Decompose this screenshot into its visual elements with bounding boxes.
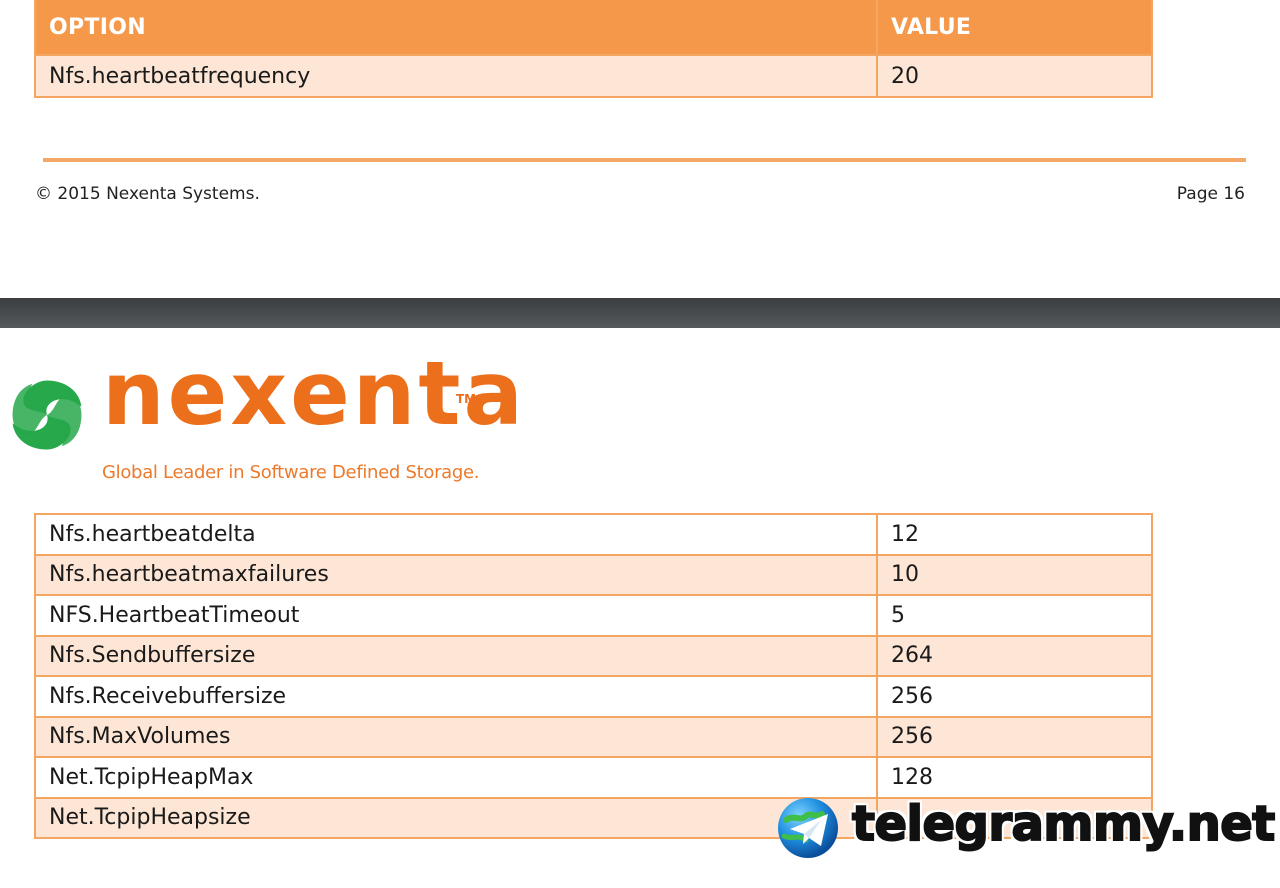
table-row: Net.TcpipHeapMax 128 xyxy=(34,756,1153,799)
table-row: NFS.HeartbeatTimeout 5 xyxy=(34,594,1153,637)
value-cell: 20 xyxy=(876,54,1153,98)
document-page-top: OPTION VALUE Nfs.heartbeatfrequency 20 ©… xyxy=(0,0,1280,300)
options-table-bottom: Nfs.heartbeatdelta 12 Nfs.heartbeatmaxfa… xyxy=(34,513,1153,839)
value-cell: 128 xyxy=(876,756,1153,799)
option-cell: Nfs.heartbeatmaxfailures xyxy=(34,553,878,596)
option-cell: Nfs.Sendbuffersize xyxy=(34,634,878,677)
options-table-top: OPTION VALUE Nfs.heartbeatfrequency 20 xyxy=(34,0,1153,98)
nexenta-logo: nexenta TM Global Leader in Software Def… xyxy=(6,350,523,490)
footer-divider xyxy=(43,158,1246,162)
header-value: VALUE xyxy=(876,0,1153,56)
header-option: OPTION xyxy=(34,0,878,56)
table-row: Nfs.Sendbuffersize 264 xyxy=(34,634,1153,677)
table-row: Nfs.heartbeatdelta 12 xyxy=(34,513,1153,556)
table-row: Nfs.MaxVolumes 256 xyxy=(34,715,1153,758)
option-cell: Nfs.Receivebuffersize xyxy=(34,675,878,718)
value-cell: 10 xyxy=(876,553,1153,596)
telegram-globe-icon xyxy=(778,798,838,858)
page-separator xyxy=(0,298,1280,328)
value-cell: 12 xyxy=(876,513,1153,556)
logo-trademark: TM xyxy=(456,392,477,406)
table-row: Nfs.heartbeatfrequency 20 xyxy=(34,54,1153,98)
watermark-text: telegrammy.net xyxy=(851,795,1276,853)
footer-copyright: © 2015 Nexenta Systems. xyxy=(35,184,260,204)
table-row: Nfs.Receivebuffersize 256 xyxy=(34,675,1153,718)
telegrammy-watermark: telegrammy.net xyxy=(776,795,1276,860)
logo-tagline: Global Leader in Software Defined Storag… xyxy=(102,462,480,483)
option-cell: Net.TcpipHeapsize xyxy=(34,796,878,839)
option-cell: Nfs.heartbeatfrequency xyxy=(34,54,878,98)
value-cell: 256 xyxy=(876,675,1153,718)
footer-page-number: Page 16 xyxy=(1176,184,1245,204)
value-cell: 5 xyxy=(876,594,1153,637)
table-row: Nfs.heartbeatmaxfailures 10 xyxy=(34,553,1153,596)
option-cell: Nfs.heartbeatdelta xyxy=(34,513,878,556)
nexenta-swirl-icon xyxy=(12,380,82,450)
option-cell: Net.TcpipHeapMax xyxy=(34,756,878,799)
value-cell: 256 xyxy=(876,715,1153,758)
value-cell: 264 xyxy=(876,634,1153,677)
table-header-row: OPTION VALUE xyxy=(34,0,1153,56)
option-cell: Nfs.MaxVolumes xyxy=(34,715,878,758)
option-cell: NFS.HeartbeatTimeout xyxy=(34,594,878,637)
